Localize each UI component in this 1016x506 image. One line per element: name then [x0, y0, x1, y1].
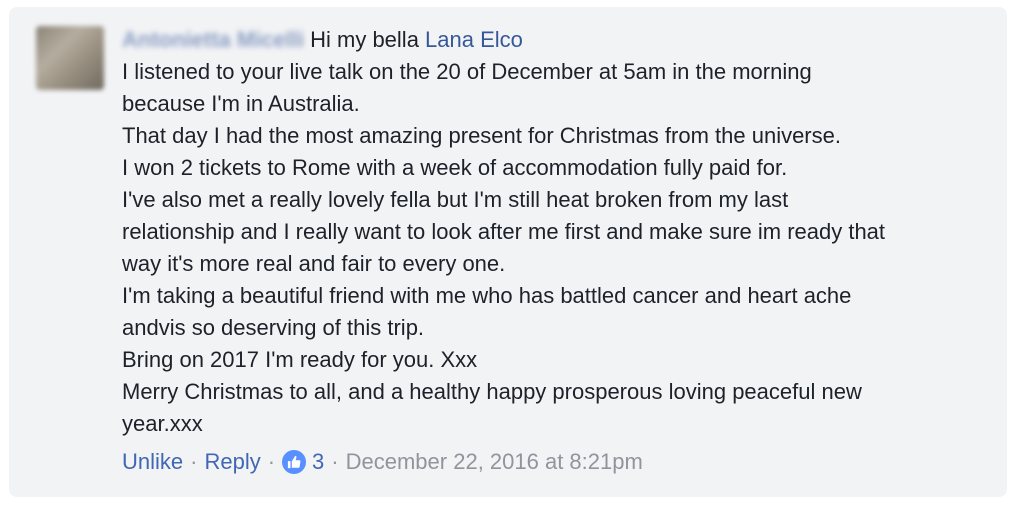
like-count[interactable]: 3	[312, 446, 324, 478]
mention-link[interactable]: Lana Elco	[425, 27, 523, 52]
unlike-button[interactable]: Unlike	[122, 446, 183, 478]
comment-paragraph: I've also met a really lovely fella but …	[122, 187, 886, 276]
comment-paragraph: I'm taking a beautiful friend with me wh…	[122, 283, 852, 340]
comment-paragraph: I listened to your live talk on the 20 o…	[122, 59, 812, 116]
greeting-text: Hi my bella	[310, 27, 426, 52]
comment-paragraph: Bring on 2017 I'm ready for you. Xxx	[122, 347, 478, 372]
separator: ·	[331, 449, 339, 474]
comment-body: Antonietta Micelli Hi my bella Lana Elco …	[122, 24, 992, 440]
comment-first-line: Antonietta Micelli Hi my bella Lana Elco	[122, 24, 992, 56]
separator: ·	[267, 449, 276, 474]
comment-paragraph: That day I had the most amazing present …	[122, 123, 841, 148]
reply-button[interactable]: Reply	[204, 446, 260, 478]
author-name[interactable]: Antonietta Micelli	[122, 24, 304, 56]
comment-paragraph: I won 2 tickets to Rome with a week of a…	[122, 155, 788, 180]
avatar[interactable]	[36, 26, 104, 90]
comment-paragraph: Merry Christmas to all, and a healthy ha…	[122, 379, 862, 436]
timestamp-link[interactable]: December 22, 2016 at 8:21pm	[346, 446, 643, 478]
comment-actions: Unlike · Reply · 3 · December 22, 2016 a…	[122, 446, 643, 478]
thumbs-up-icon[interactable]	[282, 450, 307, 474]
separator: ·	[190, 449, 198, 474]
